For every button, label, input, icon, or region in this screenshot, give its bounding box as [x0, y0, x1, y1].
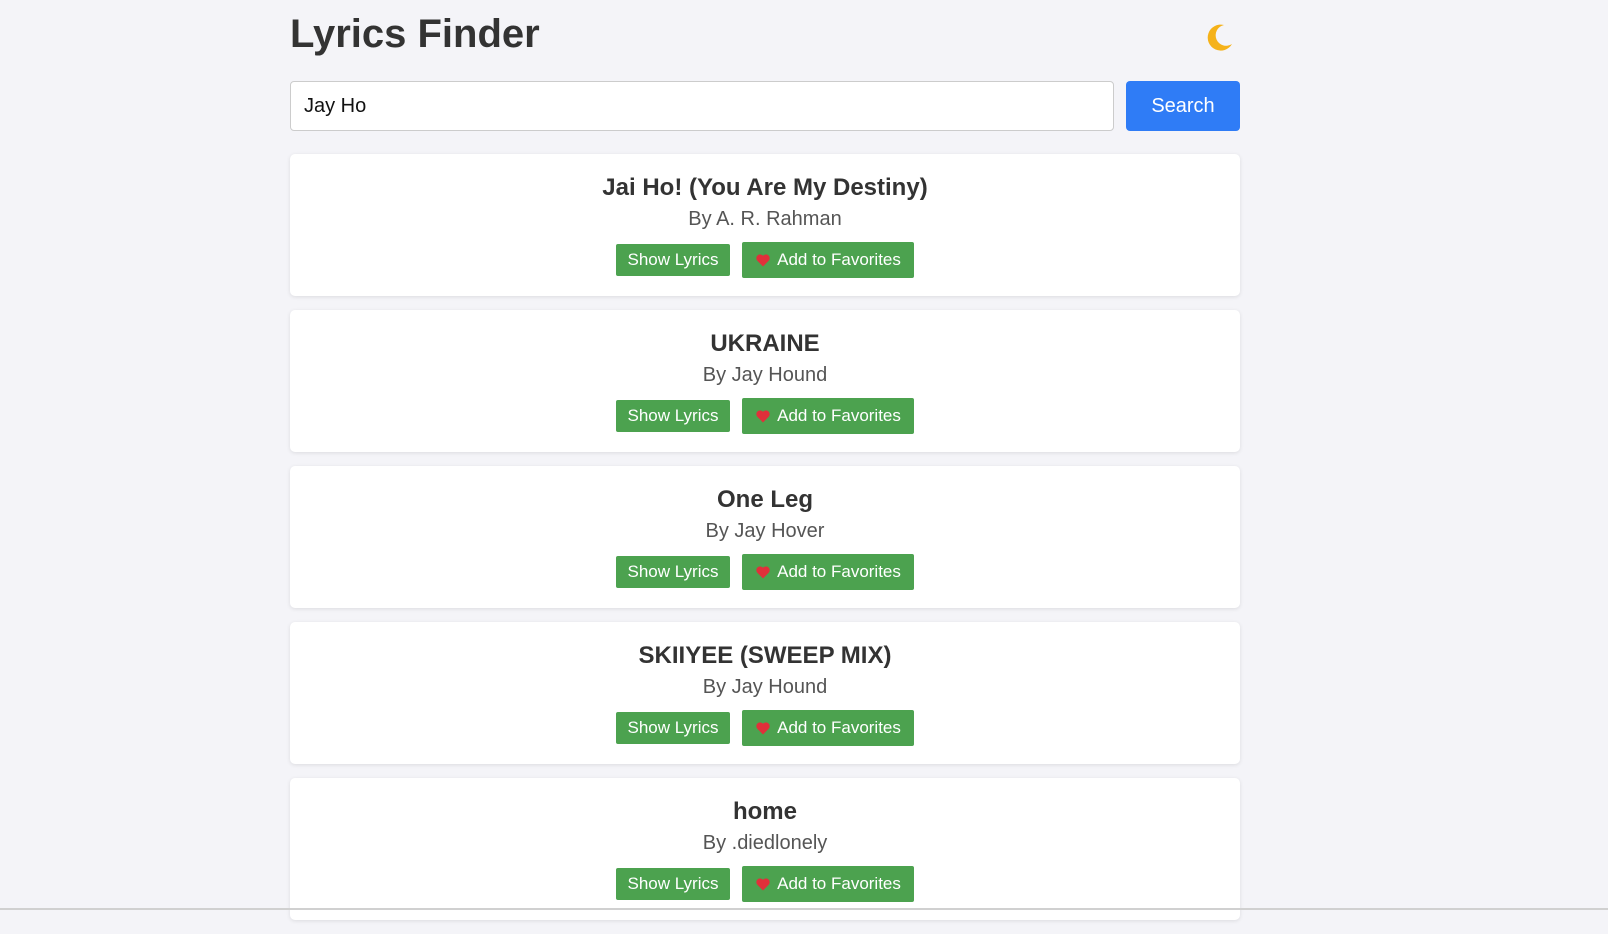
add-to-favorites-button[interactable]: Add to Favorites: [742, 866, 914, 902]
add-to-favorites-button[interactable]: Add to Favorites: [742, 398, 914, 434]
page-title: Lyrics Finder: [290, 12, 540, 56]
card-actions: Show Lyrics Add to Favorites: [290, 710, 1240, 746]
add-to-favorites-label: Add to Favorites: [777, 874, 901, 893]
show-lyrics-button[interactable]: Show Lyrics: [616, 244, 730, 276]
heart-icon: [756, 722, 770, 735]
card-actions: Show Lyrics Add to Favorites: [290, 866, 1240, 902]
song-artist: By Jay Hound: [702, 676, 828, 698]
add-to-favorites-button[interactable]: Add to Favorites: [742, 554, 914, 590]
search-button[interactable]: Search: [1126, 81, 1240, 131]
song-title: UKRAINE: [710, 330, 820, 357]
add-to-favorites-label: Add to Favorites: [777, 406, 901, 425]
results-list: Jai Ho! (You Are My Destiny) By A. R. Ra…: [290, 154, 1240, 934]
song-card: UKRAINE By Jay Hound Show Lyrics Add to …: [290, 310, 1240, 452]
song-card: Jai Ho! (You Are My Destiny) By A. R. Ra…: [290, 154, 1240, 296]
add-to-favorites-button[interactable]: Add to Favorites: [742, 710, 914, 746]
card-actions: Show Lyrics Add to Favorites: [290, 554, 1240, 590]
add-to-favorites-label: Add to Favorites: [777, 250, 901, 269]
heart-icon: [756, 566, 770, 579]
card-actions: Show Lyrics Add to Favorites: [290, 398, 1240, 434]
show-lyrics-button[interactable]: Show Lyrics: [616, 400, 730, 432]
header: Lyrics Finder: [290, 0, 1240, 72]
song-artist: By Jay Hound: [702, 364, 828, 386]
song-card: One Leg By Jay Hover Show Lyrics Add to …: [290, 466, 1240, 608]
show-lyrics-button[interactable]: Show Lyrics: [616, 868, 730, 900]
heart-icon: [756, 878, 770, 891]
search-bar: Search: [290, 81, 1240, 131]
heart-icon: [756, 254, 770, 267]
add-to-favorites-label: Add to Favorites: [777, 562, 901, 581]
song-card: home By .diedlonely Show Lyrics Add to F…: [290, 778, 1240, 920]
theme-toggle-button[interactable]: [1202, 20, 1236, 54]
moon-icon: [1207, 24, 1232, 51]
song-title: One Leg: [716, 486, 813, 513]
show-lyrics-button[interactable]: Show Lyrics: [616, 556, 730, 588]
song-title: home: [732, 798, 797, 825]
heart-icon: [756, 410, 770, 423]
song-artist: By Jay Hover: [705, 520, 825, 542]
song-artist: By A. R. Rahman: [688, 208, 842, 230]
song-title: SKIIYEE (SWEEP MIX): [638, 642, 892, 669]
add-to-favorites-label: Add to Favorites: [777, 718, 901, 737]
show-lyrics-button[interactable]: Show Lyrics: [616, 712, 730, 744]
add-to-favorites-button[interactable]: Add to Favorites: [742, 242, 914, 278]
app-container: Lyrics Finder Search Jai Ho! (You Are My…: [290, 0, 1240, 920]
song-artist: By .diedlonely: [702, 832, 828, 854]
song-title: Jai Ho! (You Are My Destiny): [602, 174, 928, 201]
song-card: SKIIYEE (SWEEP MIX) By Jay Hound Show Ly…: [290, 622, 1240, 764]
card-actions: Show Lyrics Add to Favorites: [290, 242, 1240, 278]
search-input[interactable]: [290, 81, 1114, 131]
